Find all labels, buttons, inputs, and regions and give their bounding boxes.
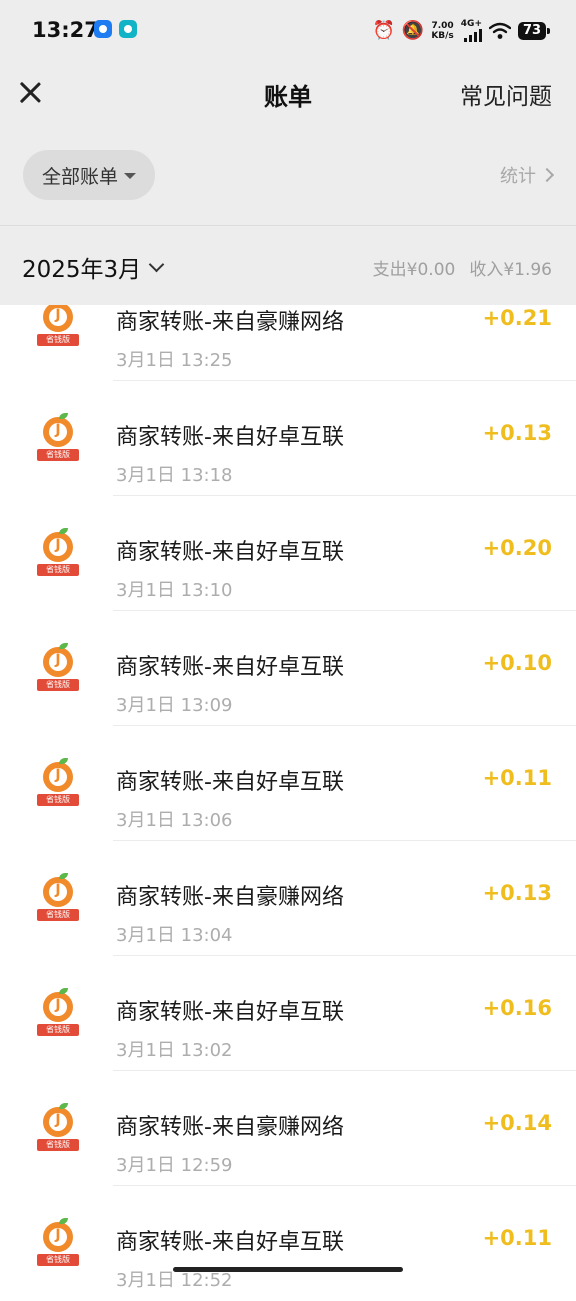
transaction-time: 3月1日 13:04	[116, 925, 233, 946]
merchant-logo-icon: 省钱版	[37, 1218, 81, 1266]
transaction-row[interactable]: 省钱版 商家转账-来自豪赚网络 3月1日 12:59 +0.14	[0, 1071, 576, 1186]
month-label: 2025年3月	[22, 257, 142, 283]
logo-badge: 省钱版	[37, 794, 79, 806]
transaction-row[interactable]: 省钱版 商家转账-来自豪赚网络 3月1日 13:04 +0.13	[0, 841, 576, 956]
transaction-row[interactable]: 省钱版 商家转账-来自好卓互联 3月1日 12:52 +0.11	[0, 1186, 576, 1301]
merchant-logo-icon: 省钱版	[37, 413, 81, 461]
transaction-row[interactable]: 省钱版 商家转账-来自好卓互联 3月1日 13:09 +0.10	[0, 611, 576, 726]
logo-badge: 省钱版	[37, 449, 79, 461]
transaction-amount: +0.11	[482, 1226, 552, 1250]
bill-filter-dropdown[interactable]: 全部账单	[23, 150, 155, 200]
merchant-logo-icon: 省钱版	[37, 873, 81, 921]
transaction-list[interactable]: 省钱版 商家转账-来自豪赚网络 3月1日 13:25 +0.21 省钱版 商家转…	[0, 266, 576, 1301]
cellular-status: 4G+	[461, 20, 482, 42]
transaction-title: 商家转账-来自好卓互联	[116, 1230, 344, 1255]
battery-level: 73	[522, 23, 542, 38]
logo-badge: 省钱版	[37, 679, 79, 691]
signal-icon	[464, 29, 482, 42]
filter-label: 全部账单	[41, 165, 118, 188]
transaction-time: 3月1日 13:09	[116, 695, 233, 716]
transaction-row[interactable]: 省钱版 商家转账-来自好卓互联 3月1日 13:06 +0.11	[0, 726, 576, 841]
status-time: 13:27	[32, 18, 99, 42]
merchant-logo-icon: 省钱版	[37, 758, 81, 806]
chevron-down-icon	[148, 256, 165, 273]
transaction-title: 商家转账-来自豪赚网络	[116, 885, 344, 910]
transaction-amount: +0.11	[482, 766, 552, 790]
transaction-amount: +0.14	[482, 1111, 552, 1135]
merchant-logo-icon: 省钱版	[37, 1103, 81, 1151]
merchant-logo-icon: 省钱版	[37, 528, 81, 576]
caret-down-icon	[124, 173, 136, 179]
alarm-clock-icon: ⏰	[372, 20, 395, 41]
transaction-title: 商家转账-来自好卓互联	[116, 540, 344, 565]
transaction-title: 商家转账-来自好卓互联	[116, 655, 344, 680]
logo-badge: 省钱版	[37, 1254, 79, 1266]
transaction-row[interactable]: 省钱版 商家转账-来自好卓互联 3月1日 13:10 +0.20	[0, 496, 576, 611]
transaction-row[interactable]: 省钱版 商家转账-来自好卓互联 3月1日 13:02 +0.16	[0, 956, 576, 1071]
transaction-time: 3月1日 13:06	[116, 810, 233, 831]
bell-muted-icon: 🔕	[401, 20, 425, 41]
transaction-time: 3月1日 13:25	[116, 350, 233, 371]
net-speed-value: 7.00	[431, 21, 454, 31]
income-total: 收入¥1.96	[469, 260, 552, 280]
merchant-logo-icon: 省钱版	[37, 643, 81, 691]
month-selector[interactable]: 2025年3月	[22, 250, 165, 284]
header-area: 13:27 ⏰ 🔕 7.00 KB/s 4G+ 73 账单 常见问题 全部账单 …	[0, 0, 576, 305]
home-indicator[interactable]	[173, 1267, 403, 1272]
battery-icon: 73	[518, 22, 550, 40]
network-label: 4G+	[460, 19, 482, 29]
transaction-time: 3月1日 12:59	[116, 1155, 233, 1176]
transaction-amount: +0.20	[482, 536, 552, 560]
chevron-right-icon	[539, 167, 555, 183]
logo-badge: 省钱版	[37, 1024, 79, 1036]
wifi-icon	[489, 22, 511, 39]
transaction-time: 3月1日 13:18	[116, 465, 233, 486]
status-bar: 13:27 ⏰ 🔕 7.00 KB/s 4G+ 73	[0, 0, 576, 62]
logo-badge: 省钱版	[37, 909, 79, 921]
status-icons: ⏰ 🔕 7.00 KB/s 4G+ 73	[372, 18, 550, 44]
month-totals: 支出¥0.00 收入¥1.96	[373, 255, 552, 280]
net-speed: 7.00 KB/s	[431, 21, 453, 41]
logo-badge: 省钱版	[37, 1139, 79, 1151]
merchant-logo-icon: 省钱版	[37, 298, 81, 346]
transaction-title: 商家转账-来自好卓互联	[116, 425, 344, 450]
transaction-title: 商家转账-来自好卓互联	[116, 770, 344, 795]
net-speed-unit: KB/s	[431, 31, 454, 41]
transaction-amount: +0.21	[482, 306, 552, 330]
transaction-time: 3月1日 13:10	[116, 580, 233, 601]
transaction-amount: +0.13	[482, 421, 552, 445]
app-notification-icon	[119, 20, 137, 38]
transaction-title: 商家转账-来自豪赚网络	[116, 310, 344, 335]
merchant-logo-icon: 省钱版	[37, 988, 81, 1036]
transaction-amount: +0.10	[482, 651, 552, 675]
transaction-title: 商家转账-来自豪赚网络	[116, 1115, 344, 1140]
transaction-amount: +0.13	[482, 881, 552, 905]
transaction-amount: +0.16	[482, 996, 552, 1020]
stats-label: 统计	[500, 166, 536, 187]
transaction-time: 3月1日 13:02	[116, 1040, 233, 1061]
transaction-title: 商家转账-来自好卓互联	[116, 1000, 344, 1025]
app-notification-icon	[94, 20, 112, 38]
logo-badge: 省钱版	[37, 334, 79, 346]
faq-button[interactable]: 常见问题	[460, 77, 552, 111]
expense-total: 支出¥0.00	[372, 260, 456, 280]
statistics-button[interactable]: 统计	[500, 162, 555, 188]
divider	[0, 225, 576, 226]
transaction-row[interactable]: 省钱版 商家转账-来自好卓互联 3月1日 13:18 +0.13	[0, 381, 576, 496]
logo-badge: 省钱版	[37, 564, 79, 576]
